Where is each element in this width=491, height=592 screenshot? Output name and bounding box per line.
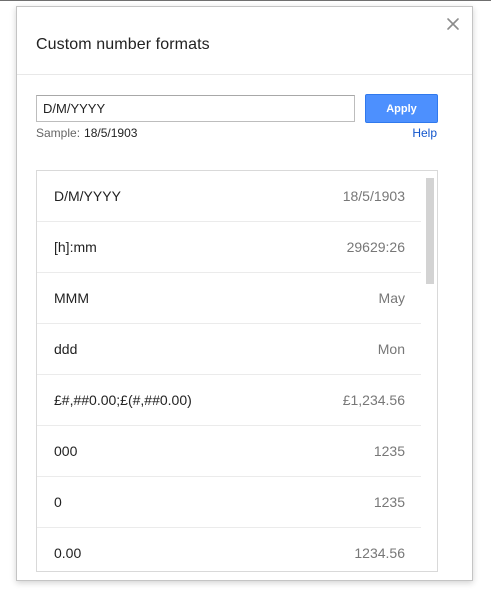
format-list-item[interactable]: 0 1235 bbox=[37, 477, 421, 528]
format-list: D/M/YYYY 18/5/1903 [h]:mm 29629:26 MMM May ddd… bbox=[36, 170, 438, 572]
close-icon[interactable] bbox=[444, 15, 462, 33]
format-list-item[interactable]: MMM May bbox=[37, 273, 421, 324]
format-code: 000 bbox=[54, 443, 78, 459]
format-list-item[interactable]: 000 1235 bbox=[37, 426, 421, 477]
format-example: 1234.56 bbox=[354, 545, 405, 561]
format-list-item[interactable]: £#,##0.00;£(#,##0.00) £1,234.56 bbox=[37, 375, 421, 426]
format-code: [h]:mm bbox=[54, 239, 97, 255]
format-example: Mon bbox=[377, 341, 405, 357]
format-example: May bbox=[378, 290, 405, 306]
custom-number-formats-dialog: Custom number formats Apply Sample:18/5/… bbox=[16, 6, 473, 581]
format-code: £#,##0.00;£(#,##0.00) bbox=[54, 392, 192, 408]
format-example: 1235 bbox=[373, 494, 405, 510]
dialog-header: Custom number formats bbox=[17, 7, 472, 75]
sample-label: Sample: bbox=[36, 126, 81, 140]
dialog-title: Custom number formats bbox=[36, 36, 210, 53]
format-code: MMM bbox=[54, 290, 89, 306]
sample-row: Sample: 18/5/1903 bbox=[36, 126, 137, 140]
format-code: ddd bbox=[54, 341, 78, 357]
format-code: 0.00 bbox=[54, 545, 82, 561]
window-top-border bbox=[0, 0, 491, 1]
format-list-item[interactable]: D/M/YYYY 18/5/1903 bbox=[37, 171, 421, 222]
format-list-item[interactable]: 0.00 1234.56 bbox=[37, 528, 421, 571]
format-list-items: D/M/YYYY 18/5/1903 [h]:mm 29629:26 MMM May ddd… bbox=[37, 171, 421, 571]
format-example: 18/5/1903 bbox=[342, 188, 405, 204]
format-list-item[interactable]: ddd Mon bbox=[37, 324, 421, 375]
scrollbar-thumb[interactable] bbox=[426, 178, 434, 284]
format-example: 29629:26 bbox=[346, 239, 405, 255]
format-code: 0 bbox=[54, 494, 62, 510]
apply-button[interactable]: Apply bbox=[365, 94, 438, 123]
sample-value: 18/5/1903 bbox=[84, 126, 138, 140]
format-list-item[interactable]: [h]:mm 29629:26 bbox=[37, 222, 421, 273]
format-code: D/M/YYYY bbox=[54, 188, 121, 204]
help-link[interactable]: Help bbox=[412, 126, 437, 140]
format-example: £1,234.56 bbox=[342, 392, 405, 408]
format-input[interactable] bbox=[36, 95, 355, 122]
scrollbar[interactable] bbox=[421, 171, 437, 571]
format-example: 1235 bbox=[373, 443, 405, 459]
